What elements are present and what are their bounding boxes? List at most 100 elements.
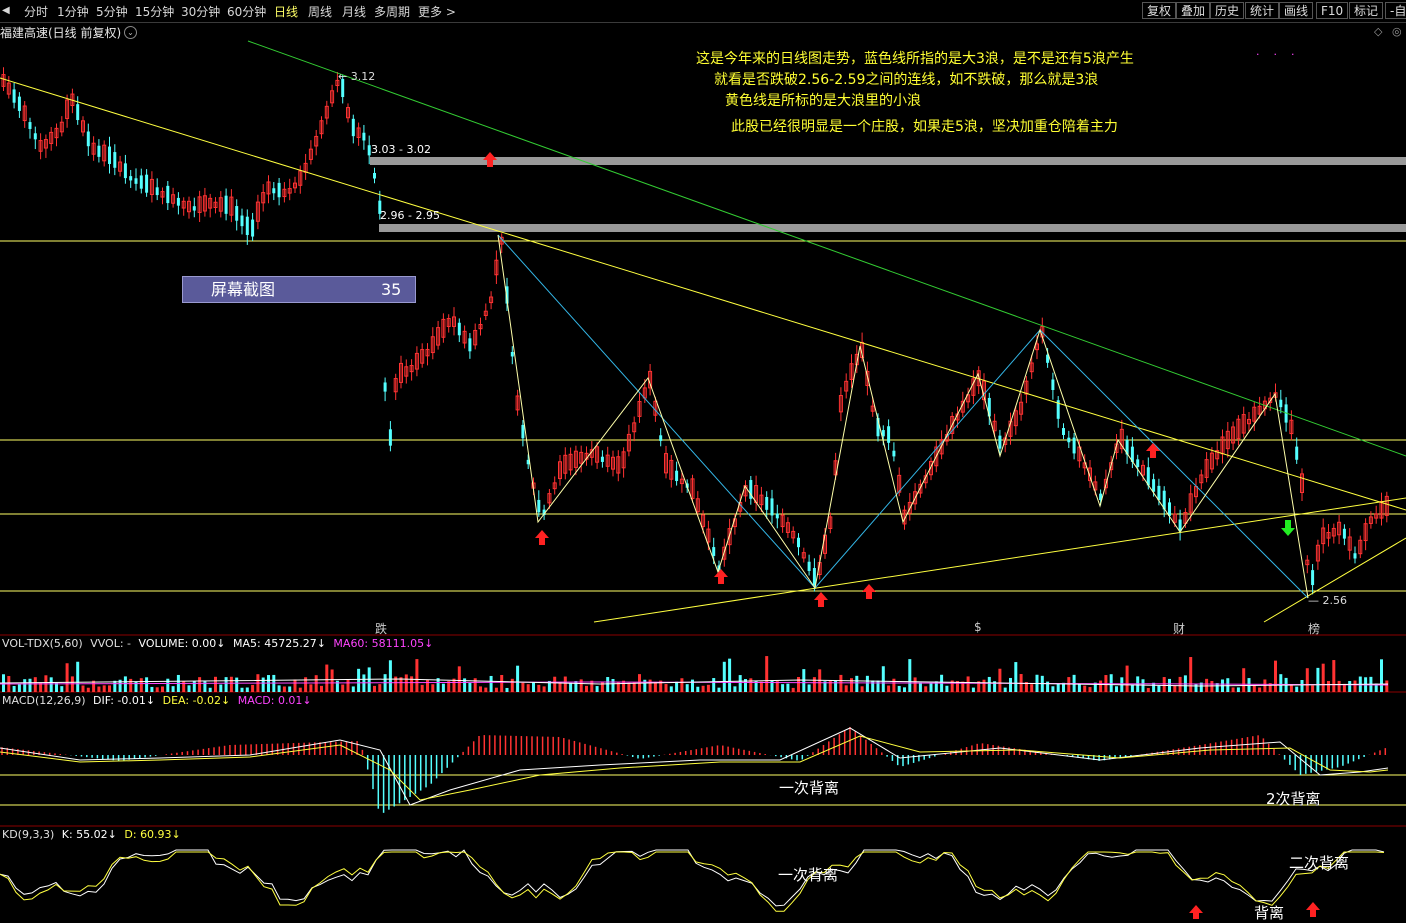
marker-dollar[interactable]: $ xyxy=(974,620,982,634)
candle-down xyxy=(1157,485,1161,501)
candle-down xyxy=(998,435,1002,449)
red-up-arrow-icon xyxy=(1189,905,1203,919)
volume-bar xyxy=(574,681,578,692)
candle-down xyxy=(388,429,392,446)
volume-bar xyxy=(431,684,435,692)
marker-die[interactable]: 跌 xyxy=(375,620,387,637)
kd-divergence-1: 一次背离 xyxy=(778,866,839,884)
volume-bar xyxy=(441,683,445,692)
screenshot-overlay[interactable]: 屏幕截图 35 xyxy=(182,276,416,303)
volume-bar xyxy=(373,685,376,692)
candle-down xyxy=(1152,479,1156,492)
volume-bar xyxy=(113,680,117,692)
volume-bar xyxy=(473,678,477,692)
volume-bar xyxy=(1115,686,1118,692)
kd-divergence-3: 背离 xyxy=(1254,904,1285,922)
candle-down xyxy=(1311,570,1315,586)
volume-bar xyxy=(971,687,975,692)
macd-value: MACD: 0.01↓ xyxy=(237,694,312,707)
candle-down xyxy=(765,496,769,510)
volume-bar xyxy=(839,674,843,692)
volume-bar xyxy=(298,687,302,692)
marker-bang[interactable]: 榜 xyxy=(1308,620,1320,637)
kd-d: D: 60.93↓ xyxy=(124,828,181,841)
candle-down xyxy=(97,145,101,157)
volume-bar xyxy=(309,684,313,692)
volume-bar xyxy=(1327,681,1330,692)
candle-down xyxy=(139,175,143,189)
marker-cai[interactable]: 财 xyxy=(1173,620,1185,637)
candle-down xyxy=(1072,437,1076,454)
volume-bar xyxy=(415,659,419,692)
volume-bar xyxy=(786,683,790,692)
volume-bar xyxy=(765,656,769,692)
volume-bar xyxy=(145,677,149,692)
candle-down xyxy=(537,499,541,513)
volume-bar xyxy=(966,676,970,692)
volume-bar xyxy=(166,678,170,692)
volume-bar xyxy=(706,684,710,692)
volume-bar xyxy=(1242,668,1246,692)
volume-bar xyxy=(871,680,875,692)
volume-bar xyxy=(330,669,334,692)
macd-dea-line xyxy=(0,735,1389,801)
volume-bar xyxy=(33,677,37,692)
volume-bar xyxy=(579,679,583,692)
volume-bar xyxy=(648,679,652,692)
volume-bar xyxy=(171,686,175,692)
volume-bar xyxy=(235,677,239,692)
volume-bar xyxy=(1157,685,1161,692)
volume-bar xyxy=(198,677,202,692)
price-label-zone2: 2.96 - 2.95 xyxy=(380,209,440,222)
macd-header: MACD(12,26,9) DIF: -0.01↓ DEA: -0.02↓ MA… xyxy=(2,694,316,707)
volume-bar xyxy=(65,663,69,692)
price-label-high: ← 3.12 xyxy=(338,70,376,83)
candle-down xyxy=(123,163,127,179)
volume-bar xyxy=(1009,677,1012,692)
volume-bar xyxy=(102,685,106,692)
volume-bar xyxy=(881,666,885,692)
candle-down xyxy=(1279,399,1283,408)
volume-bar xyxy=(675,681,679,692)
volume-bar xyxy=(844,685,848,692)
candle-down xyxy=(1136,459,1140,468)
green-down-arrow-icon xyxy=(1281,520,1295,536)
annotation-line-2: 就看是否跌破2.56-2.59之间的连线，如不跌破，那么就是3浪 xyxy=(714,72,1099,88)
volume-bar xyxy=(1226,678,1230,692)
volume-bar xyxy=(749,678,753,692)
candle-down xyxy=(240,215,244,227)
candle-down xyxy=(108,146,111,164)
volume-bar xyxy=(1348,681,1352,692)
volume-bar xyxy=(192,681,196,692)
candle-down xyxy=(510,351,514,357)
volume-bar xyxy=(759,681,763,692)
volume-bar xyxy=(1332,660,1336,692)
volume-bar xyxy=(505,687,509,692)
volume-bar xyxy=(1311,685,1315,692)
candle-down xyxy=(1342,528,1346,539)
volume-bar xyxy=(892,678,896,692)
volume-bar xyxy=(1189,657,1193,692)
volume-bar xyxy=(341,684,345,692)
candle-down xyxy=(251,219,255,237)
volume-bar xyxy=(12,685,16,692)
macd-dea: DEA: -0.02↓ xyxy=(162,694,231,707)
candle-down xyxy=(383,382,387,392)
candle-down xyxy=(600,456,604,462)
red-up-arrow-icon xyxy=(814,592,828,607)
volume-bar xyxy=(139,678,143,692)
volume-bar xyxy=(728,658,732,692)
candle-down xyxy=(362,132,366,141)
annotation-line-4: 此股已经很明显是一个庄股，如果走5浪，坚决加重仓陪着主力 xyxy=(731,119,1118,135)
volume-bar xyxy=(1003,687,1007,692)
volume-bar xyxy=(76,661,80,692)
candle-down xyxy=(1353,553,1357,559)
volume-bar xyxy=(1295,686,1299,692)
volume-bar xyxy=(1337,680,1341,692)
red-up-arrow-icon xyxy=(714,569,728,584)
volume-bar xyxy=(187,685,191,692)
volume-bar xyxy=(797,676,800,692)
volume-bar xyxy=(685,684,689,692)
volume-bar xyxy=(521,682,525,692)
volume-bar xyxy=(1030,684,1034,692)
